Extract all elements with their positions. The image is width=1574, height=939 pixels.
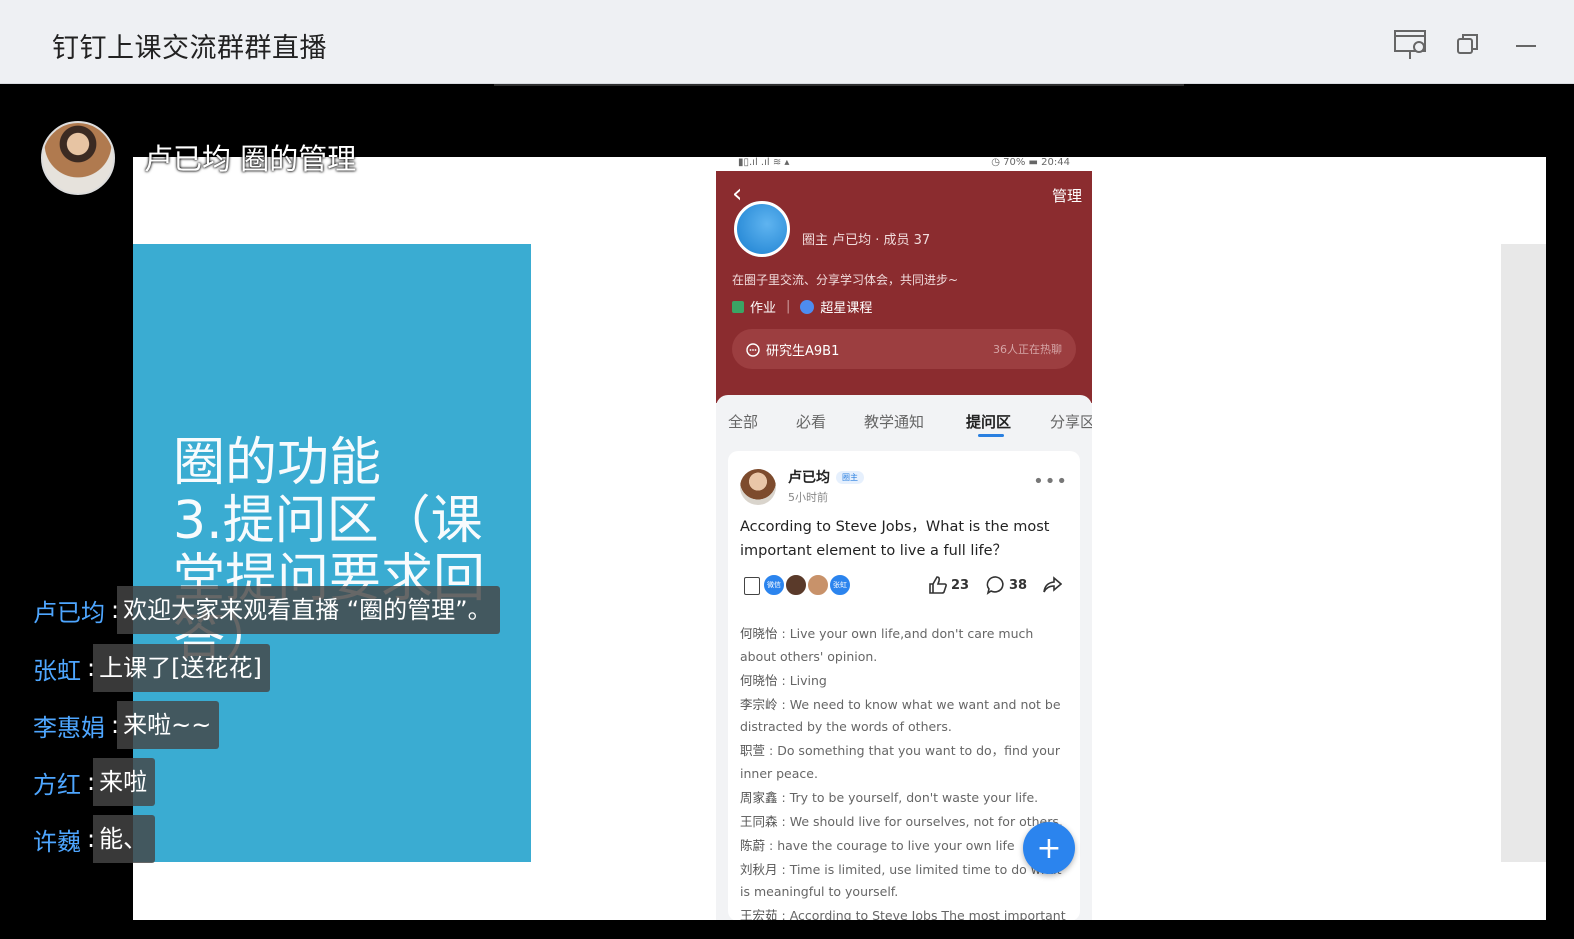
- group-chatting-count: 36人正在热聊: [993, 343, 1062, 356]
- liker-avatar: 微信: [762, 573, 786, 597]
- tab-must-read[interactable]: 必看: [796, 411, 826, 432]
- globe-icon: [800, 299, 815, 314]
- ppt-slide: 圈的功能 3.提问区（课 堂提问要求回 答）: [133, 244, 531, 862]
- circle-tabs: 全部 必看 教学通知 提问区 分享区: [716, 395, 1092, 453]
- group-chat-pill[interactable]: 研究生A9B1 36人正在热聊: [732, 329, 1076, 369]
- group-name: 研究生A9B1: [766, 344, 840, 359]
- minimize-button[interactable]: [1508, 26, 1544, 62]
- phone-status-bar: ▮▯.ıl .ıl ≋ ▴ ◷ 70% ▬ 20:44: [716, 157, 1092, 171]
- chat-sender[interactable]: 张虹: [33, 651, 81, 686]
- share-button[interactable]: [1042, 575, 1062, 595]
- list-item: 陈蔚 : have the courage to live your own l…: [740, 837, 1015, 853]
- homework-icon: [732, 300, 744, 313]
- list-item: 职萱 : Do something that you want to do，fi…: [740, 743, 1060, 781]
- chat-text: 上课了[送花花]: [93, 644, 270, 692]
- manage-button[interactable]: 管理: [1052, 185, 1082, 206]
- owner-badge: 圈主: [836, 470, 864, 484]
- chat-text: 来啦: [93, 758, 156, 806]
- chat-sender[interactable]: 许巍: [33, 822, 81, 857]
- liker-avatar: 张虹: [828, 573, 852, 597]
- active-tab-indicator: [978, 434, 1004, 437]
- chat-message: 李惠娟: 来啦~~: [33, 701, 220, 749]
- screen-share-icon: [1394, 30, 1426, 59]
- like-button[interactable]: 23: [928, 575, 969, 595]
- restore-icon: [1457, 34, 1478, 54]
- stage-divider: [494, 84, 1184, 86]
- screen-share-button[interactable]: [1392, 26, 1428, 62]
- circle-description: 在圈子里交流、分享学习体会，共同进步~: [732, 273, 959, 287]
- thumbs-up-icon: [929, 576, 947, 594]
- comment-count: 38: [1009, 577, 1028, 593]
- chat-message: 方红: 来啦: [33, 758, 156, 806]
- window-title: 钉钉上课交流群群直播: [52, 33, 327, 64]
- restore-button[interactable]: [1450, 26, 1486, 62]
- chat-message: 卢已均: 欢迎大家来观看直播 “圈的管理”。: [33, 586, 500, 634]
- chat-sender[interactable]: 卢已均: [33, 593, 105, 628]
- liker-avatar: [806, 573, 830, 597]
- minimize-icon: [1516, 45, 1536, 47]
- tab-share[interactable]: 分享区: [1050, 411, 1092, 432]
- chat-text: 能、: [93, 815, 156, 863]
- post-question: According to Steve Jobs，What is the most…: [740, 519, 1050, 559]
- list-item: 周家鑫 : Try to be yourself, don't waste yo…: [740, 789, 1039, 805]
- select-checkbox[interactable]: [744, 577, 760, 595]
- link-separator: |: [786, 299, 791, 314]
- comment-icon: [986, 576, 1004, 595]
- list-item: 王同森 : We should live for ourselves, not …: [740, 813, 1063, 829]
- circle-avatar: [734, 201, 790, 257]
- add-post-button[interactable]: +: [1023, 822, 1075, 874]
- window-titlebar: 钉钉上课交流群群直播: [0, 0, 1574, 84]
- presenter-avatar[interactable]: [41, 121, 115, 195]
- chat-message: 许巍: 能、: [33, 815, 156, 863]
- presenter-name: 卢已均 圈的管理: [144, 142, 357, 176]
- share-icon: [1043, 576, 1062, 593]
- comment-list: 何晓怡 : Live your own life,and don't care …: [740, 623, 1070, 920]
- list-item: 王宏茹 : According to Steve Jobs The most i…: [740, 908, 1066, 920]
- circle-owner-info: 圈主 卢已均 · 成员 37: [802, 233, 931, 248]
- list-item: 何晓怡 : Living: [740, 672, 827, 688]
- course-link[interactable]: 超星课程: [820, 297, 872, 316]
- list-item: 李宗岭 : We need to know what we want and n…: [740, 696, 1061, 735]
- side-panel-strip: [1501, 244, 1546, 862]
- homework-link[interactable]: 作业: [750, 297, 776, 316]
- like-count: 23: [951, 577, 970, 593]
- liker-avatar: [784, 573, 808, 597]
- post-actions: 微信 张虹 23 38: [740, 573, 1070, 601]
- chat-message: 张虹: 上课了[送花花]: [33, 644, 270, 692]
- tab-questions[interactable]: 提问区: [966, 411, 1011, 432]
- post-author[interactable]: 卢已均: [788, 467, 830, 487]
- chat-text: 欢迎大家来观看直播 “圈的管理”。: [117, 586, 500, 634]
- phone-screen: ▮▯.ıl .ıl ≋ ▴ ◷ 70% ▬ 20:44 ‹ 管理 圈主 卢已均 …: [716, 157, 1092, 920]
- tab-teaching-notice[interactable]: 教学通知: [864, 411, 924, 432]
- chat-bubble-icon: [746, 342, 760, 357]
- chat-sender[interactable]: 方红: [33, 765, 81, 800]
- circle-links: 作业 | 超星课程: [732, 297, 872, 316]
- tab-all[interactable]: 全部: [728, 411, 758, 432]
- list-item: 何晓怡 : Live your own life,and don't care …: [740, 626, 1034, 664]
- circle-header: ‹ 管理 圈主 卢已均 · 成员 37 在圈子里交流、分享学习体会，共同进步~ …: [716, 171, 1092, 403]
- more-icon[interactable]: •••: [1033, 471, 1068, 492]
- chat-text: 来啦~~: [117, 701, 220, 749]
- post-author-avatar[interactable]: [740, 469, 776, 505]
- shared-screen: 圈的功能 3.提问区（课 堂提问要求回 答） ▮▯.ıl .ıl ≋ ▴ ◷ 7…: [133, 157, 1546, 920]
- list-item: 刘秋月 : Time is limited, use limited time …: [740, 861, 1062, 900]
- post-time: 5小时前: [788, 491, 828, 504]
- comment-button[interactable]: 38: [986, 575, 1027, 595]
- back-icon[interactable]: ‹: [732, 181, 742, 207]
- chat-sender[interactable]: 李惠娟: [33, 708, 105, 743]
